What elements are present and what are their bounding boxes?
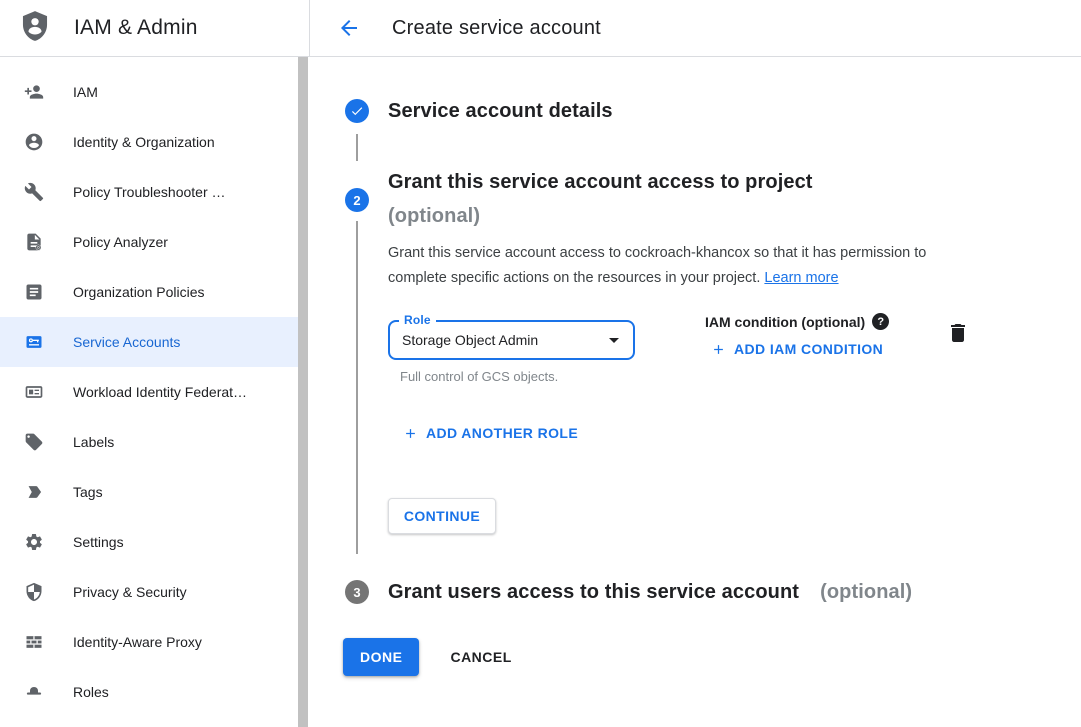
step-3-title: Grant users access to this service accou…	[388, 581, 799, 604]
step-2-optional-label: (optional)	[388, 199, 813, 233]
help-icon[interactable]: ?	[872, 313, 889, 330]
service-account-icon	[24, 332, 44, 352]
sidebar-item-label: Workload Identity Federat…	[73, 384, 247, 400]
step-2-title-block: Grant this service account access to pro…	[388, 165, 813, 233]
cancel-button[interactable]: CANCEL	[450, 649, 511, 665]
iam-admin-shield-icon	[18, 6, 52, 51]
role-fields-row: Role Storage Object Admin Full control o…	[388, 320, 1048, 384]
sidebar-scrollbar	[298, 57, 310, 727]
sidebar-item-label: Policy Troubleshooter …	[73, 184, 226, 200]
role-helper-text: Full control of GCS objects.	[400, 369, 1048, 384]
sidebar-item-privacy-security[interactable]: Privacy & Security	[0, 567, 298, 617]
gear-icon	[24, 532, 44, 552]
hat-icon	[24, 682, 44, 702]
page-title: Create service account	[392, 17, 601, 40]
sidebar-item-service-accounts[interactable]: Service Accounts	[0, 317, 298, 367]
sidebar-item-policy-analyzer[interactable]: Policy Analyzer	[0, 217, 298, 267]
sidebar-item-labels[interactable]: Labels	[0, 417, 298, 467]
sidebar-item-iam[interactable]: IAM	[0, 67, 298, 117]
sidebar-item-organization-policies[interactable]: Organization Policies	[0, 267, 298, 317]
delete-role-trash-icon[interactable]	[946, 321, 970, 345]
wrench-icon	[24, 182, 44, 202]
plus-icon	[711, 342, 726, 357]
step-2-title: Grant this service account access to pro…	[388, 165, 813, 199]
step-1-title: Service account details	[388, 100, 613, 123]
form-actions: DONE CANCEL	[343, 638, 512, 676]
label-icon	[24, 432, 44, 452]
add-iam-condition-button[interactable]: ADD IAM CONDITION	[711, 341, 883, 357]
account-circle-icon	[24, 132, 44, 152]
step-2-body: Grant this service account access to coc…	[388, 241, 1048, 534]
sidebar-item-label: Labels	[73, 434, 114, 450]
sidebar-item-settings[interactable]: Settings	[0, 517, 298, 567]
sidebar-scrollbar-thumb[interactable]	[298, 57, 308, 727]
add-iam-condition-label: ADD IAM CONDITION	[734, 341, 883, 357]
role-field-label: Role	[399, 313, 436, 327]
sidebar-item-label: Privacy & Security	[73, 584, 187, 600]
sidebar-item-label: Identity-Aware Proxy	[73, 634, 202, 650]
proxy-grid-icon	[24, 632, 44, 652]
sidebar-item-tags[interactable]: Tags	[0, 467, 298, 517]
role-select-dropdown[interactable]: Role Storage Object Admin	[388, 320, 635, 360]
sidebar-item-label: IAM	[73, 84, 98, 100]
product-title: IAM & Admin	[74, 16, 198, 40]
tag-icon	[24, 482, 44, 502]
description-text: Grant this service account access to coc…	[388, 245, 926, 286]
step-3-number-badge: 3	[345, 580, 369, 604]
step-1-service-account-details[interactable]: Service account details	[345, 99, 613, 123]
sidebar-item-workload-identity-federation[interactable]: Workload Identity Federat…	[0, 367, 298, 417]
add-another-role-button[interactable]: ADD ANOTHER ROLE	[403, 425, 1048, 441]
sidebar-item-label: Identity & Organization	[73, 134, 215, 150]
continue-button[interactable]: CONTINUE	[388, 498, 496, 534]
check-icon	[350, 104, 364, 118]
sidebar: IAM Identity & Organization Policy Troub…	[0, 57, 298, 727]
app-window: IAM & Admin Create service account IAM I…	[0, 0, 1081, 727]
step-1-completed-badge	[345, 99, 369, 123]
main-content: Service account details 2 Grant this ser…	[310, 57, 1081, 727]
iam-condition-block: IAM condition (optional) ? ADD IAM CONDI…	[705, 313, 889, 357]
role-selected-value: Storage Object Admin	[402, 332, 538, 348]
policy-analyzer-icon	[24, 232, 44, 252]
chevron-down-icon	[609, 338, 619, 343]
top-header: IAM & Admin Create service account	[0, 0, 1081, 57]
add-another-role-label: ADD ANOTHER ROLE	[426, 425, 578, 441]
page-header: Create service account	[310, 0, 1081, 56]
step-3-grant-users-access: 3 Grant users access to this service acc…	[345, 580, 912, 604]
sidebar-item-label: Service Accounts	[73, 334, 180, 350]
document-lines-icon	[24, 282, 44, 302]
iam-condition-label-row: IAM condition (optional) ?	[705, 313, 889, 330]
step-2-description: Grant this service account access to coc…	[388, 241, 980, 291]
identity-card-icon	[24, 382, 44, 402]
sidebar-item-identity-organization[interactable]: Identity & Organization	[0, 117, 298, 167]
sidebar-item-label: Roles	[73, 684, 109, 700]
sidebar-item-label: Policy Analyzer	[73, 234, 168, 250]
sidebar-item-label: Organization Policies	[73, 284, 205, 300]
sidebar-item-identity-aware-proxy[interactable]: Identity-Aware Proxy	[0, 617, 298, 667]
learn-more-link[interactable]: Learn more	[764, 270, 838, 286]
sidebar-item-label: Settings	[73, 534, 124, 550]
step-connector	[356, 221, 358, 554]
person-add-icon	[24, 82, 44, 102]
step-connector	[356, 134, 358, 161]
step-3-optional-label: (optional)	[820, 581, 912, 604]
sidebar-item-label: Tags	[73, 484, 103, 500]
sidebar-item-roles[interactable]: Roles	[0, 667, 298, 717]
shield-half-icon	[24, 582, 44, 602]
step-2-number-badge: 2	[345, 188, 369, 212]
sidebar-item-policy-troubleshooter[interactable]: Policy Troubleshooter …	[0, 167, 298, 217]
done-button[interactable]: DONE	[343, 638, 419, 676]
plus-icon	[403, 426, 418, 441]
product-header: IAM & Admin	[0, 0, 310, 56]
back-arrow-icon[interactable]	[337, 16, 361, 40]
iam-condition-label: IAM condition (optional)	[705, 314, 865, 330]
